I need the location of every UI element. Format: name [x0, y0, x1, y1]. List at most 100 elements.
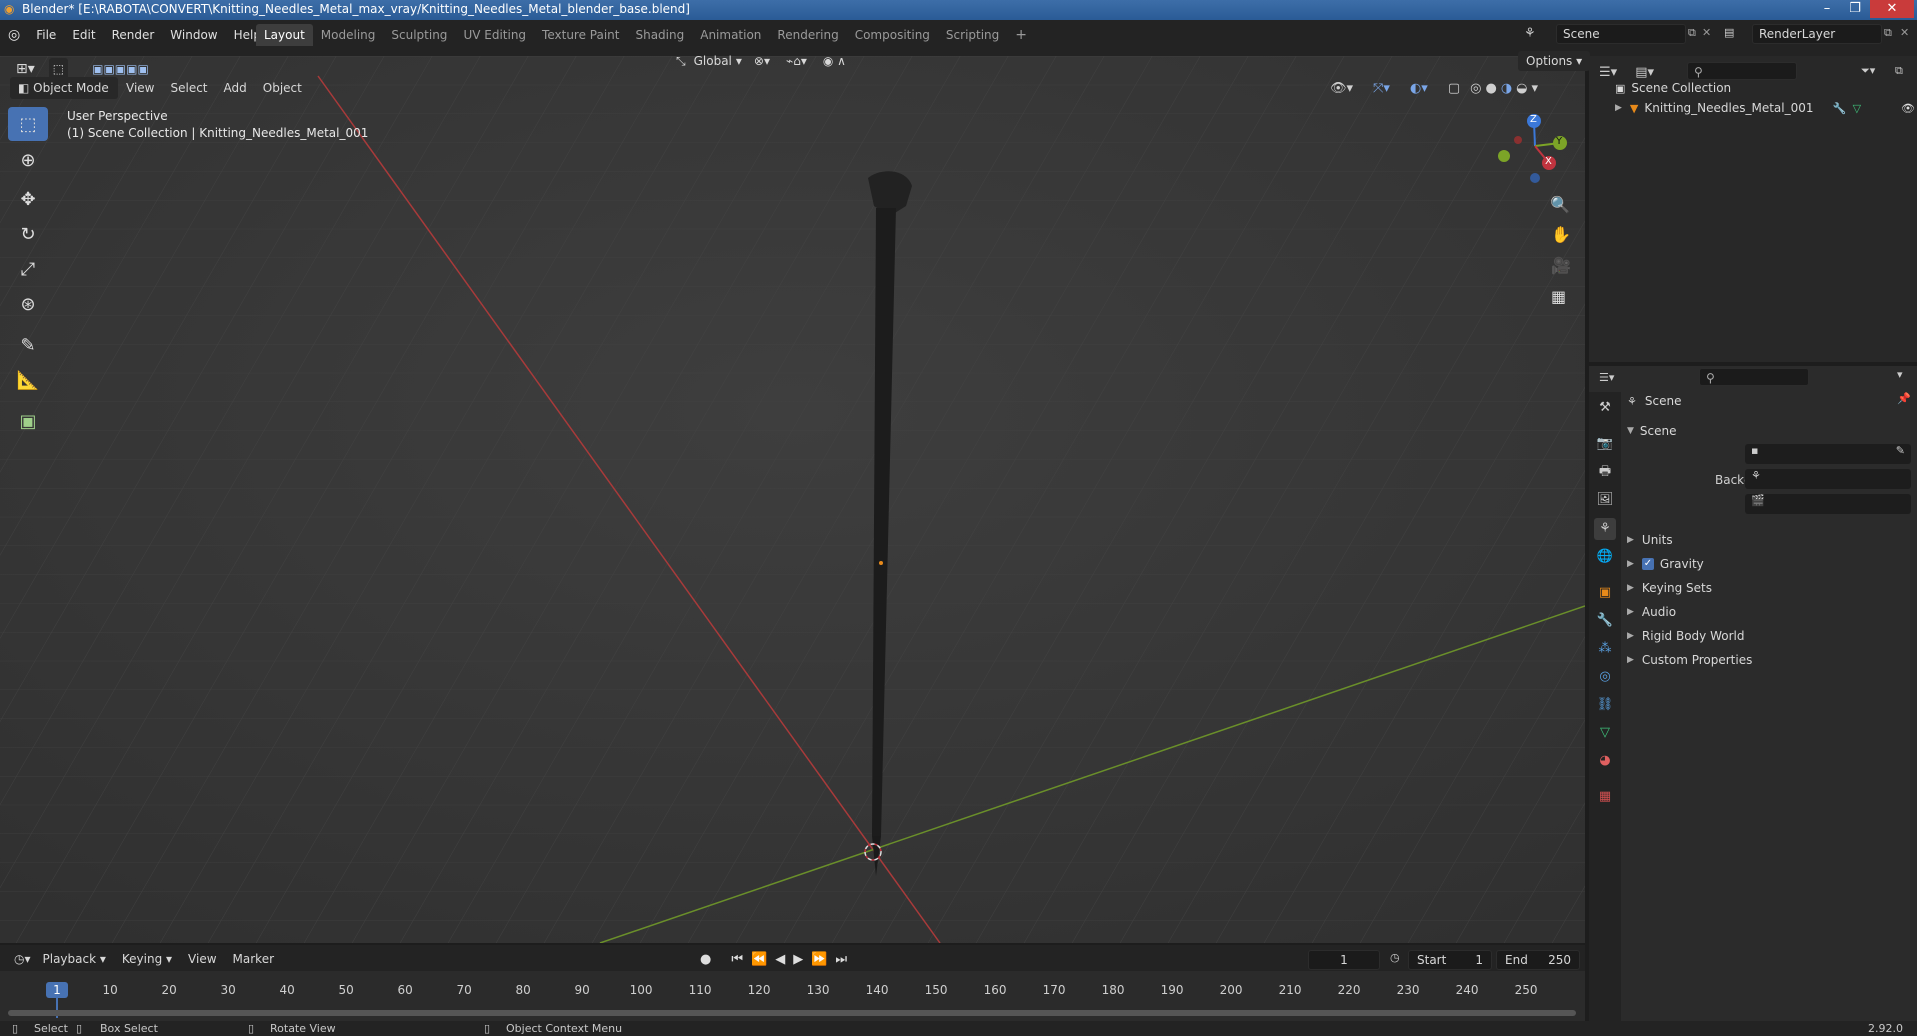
new-scene-icon[interactable]: ⧉	[1688, 26, 1696, 40]
particles-tab-icon[interactable]: ⁂	[1594, 638, 1616, 660]
material-tab-icon[interactable]: ◕	[1594, 750, 1616, 772]
transform-tool-icon[interactable]: ⊛	[8, 287, 48, 321]
active-clip-field[interactable]: 🎬	[1745, 494, 1911, 514]
properties-editor-type-icon[interactable]: ☰▾	[1599, 371, 1614, 384]
current-frame-input[interactable]: 1	[1308, 950, 1380, 970]
view-layer-tab-icon[interactable]: 🖼	[1594, 489, 1616, 511]
properties-options-icon[interactable]: ▾	[1897, 368, 1903, 381]
tab-sculpting[interactable]: Sculpting	[383, 24, 455, 46]
maximize-button[interactable]: ❐	[1842, 0, 1868, 18]
subpanel-custom-properties[interactable]: ▶ Custom Properties	[1627, 650, 1752, 670]
wireframe-shading-icon[interactable]: ◎	[1470, 81, 1481, 96]
eyedropper-icon[interactable]: ✎	[1896, 444, 1905, 457]
pan-hand-icon[interactable]: ✋	[1551, 225, 1571, 244]
tab-shading[interactable]: Shading	[627, 24, 692, 46]
tab-scripting[interactable]: Scripting	[938, 24, 1007, 46]
close-button[interactable]: ✕	[1870, 0, 1914, 18]
scene-panel-header[interactable]: ▼ Scene	[1627, 420, 1677, 442]
menu-render[interactable]: Render	[104, 24, 163, 46]
rendered-shading-icon[interactable]: ◒	[1516, 81, 1527, 96]
tab-compositing[interactable]: Compositing	[847, 24, 938, 46]
modifier-icon[interactable]: 🔧	[1833, 102, 1847, 115]
measure-tool-icon[interactable]: 📐	[8, 363, 48, 397]
menu-window[interactable]: Window	[162, 24, 225, 46]
timeline-menu-playback[interactable]: Playback ▾	[35, 948, 114, 970]
delete-scene-icon[interactable]: ✕	[1702, 26, 1711, 39]
select-box-tool-icon[interactable]: ⬚	[8, 107, 48, 141]
delete-layer-icon[interactable]: ✕	[1900, 26, 1909, 39]
camera-field[interactable]: ▪ ✎	[1745, 444, 1911, 464]
jump-start-icon[interactable]: ⏮	[731, 952, 743, 967]
mode-selector[interactable]: ◧ Object Mode ▾	[10, 77, 118, 117]
tool-tab-icon[interactable]: ⚒	[1594, 397, 1616, 419]
expand-arrow-icon[interactable]: ▶	[1615, 103, 1622, 113]
minimize-button[interactable]: –	[1814, 0, 1840, 18]
scale-tool-icon[interactable]: ⤢	[8, 252, 48, 286]
timeline-editor-type-icon[interactable]: ◷▾	[10, 948, 35, 970]
clock-icon[interactable]: ◷	[1390, 951, 1400, 964]
filter-icon[interactable]: ⏷▾	[1861, 64, 1875, 78]
visibility-icon[interactable]: 👁▾	[1330, 81, 1353, 96]
end-frame-input[interactable]: End 250	[1496, 950, 1580, 970]
blender-menu-icon[interactable]: ◎	[8, 27, 20, 43]
viewport-menu-object[interactable]: Object	[255, 77, 310, 99]
jump-end-icon[interactable]: ⏭	[835, 952, 847, 967]
render-layer-selector[interactable]: RenderLayer	[1752, 24, 1882, 44]
outliner-root[interactable]: ▣ Scene Collection	[1615, 78, 1731, 98]
mesh-data-icon[interactable]: ▽	[1853, 102, 1861, 115]
gizmo-toggle-icon[interactable]: ⤧▾	[1373, 81, 1390, 96]
viewport-3d[interactable]	[0, 56, 1585, 943]
new-collection-icon[interactable]: ⧉	[1895, 64, 1903, 78]
transform-orientation[interactable]: Global	[694, 50, 732, 72]
add-cube-tool-icon[interactable]: ▣	[8, 404, 48, 438]
navigation-gizmo[interactable]: Z Y X	[1496, 110, 1574, 188]
render-tab-icon[interactable]: 📷	[1594, 433, 1616, 455]
tab-animation[interactable]: Animation	[692, 24, 769, 46]
subpanel-gravity[interactable]: ▶ ✓ Gravity	[1627, 554, 1704, 574]
material-shading-icon[interactable]: ◑	[1501, 81, 1512, 96]
background-scene-field[interactable]: ⚘	[1745, 469, 1911, 489]
viewport-menu-select[interactable]: Select	[162, 77, 215, 99]
scene-selector[interactable]: Scene	[1556, 24, 1686, 44]
tab-layout[interactable]: Layout	[256, 24, 313, 46]
pin-icon[interactable]: 📌	[1897, 392, 1911, 405]
xray-icon[interactable]: ▢	[1448, 81, 1460, 96]
rotate-tool-icon[interactable]: ↻	[8, 217, 48, 251]
data-tab-icon[interactable]: ▽	[1594, 722, 1616, 744]
output-tab-icon[interactable]: 🖶	[1594, 461, 1616, 483]
tab-modeling[interactable]: Modeling	[313, 24, 384, 46]
modifier-tab-icon[interactable]: 🔧	[1594, 610, 1616, 632]
timeline-menu-view[interactable]: View	[180, 948, 224, 970]
play-reverse-icon[interactable]: ◀	[775, 952, 785, 967]
properties-search-input[interactable]: ⚲	[1699, 368, 1809, 386]
menu-edit[interactable]: Edit	[64, 24, 103, 46]
perspective-toggle-icon[interactable]: ▦	[1551, 287, 1566, 306]
annotate-tool-icon[interactable]: ✎	[8, 328, 48, 362]
shading-options-icon[interactable]: ▾	[1532, 81, 1539, 96]
snap-icon[interactable]: ⌁⌂▾	[778, 50, 815, 72]
tab-uv-editing[interactable]: UV Editing	[455, 24, 534, 46]
start-frame-input[interactable]: Start 1	[1408, 950, 1492, 970]
timeline-menu-keying[interactable]: Keying ▾	[114, 948, 180, 970]
gravity-checkbox[interactable]: ✓	[1641, 558, 1654, 570]
world-tab-icon[interactable]: 🌐	[1594, 546, 1616, 568]
scene-icon[interactable]: ⚘	[1524, 26, 1536, 41]
add-workspace-icon[interactable]: +	[1007, 24, 1035, 46]
subpanel-keying-sets[interactable]: ▶ Keying Sets	[1627, 578, 1712, 598]
play-icon[interactable]: ▶	[793, 952, 803, 967]
subpanel-units[interactable]: ▶ Units	[1627, 530, 1673, 550]
object-tab-icon[interactable]: ▣	[1594, 582, 1616, 604]
new-layer-icon[interactable]: ⧉	[1884, 26, 1892, 40]
zoom-icon[interactable]: 🔍	[1550, 195, 1570, 214]
cursor-tool-icon[interactable]: ⊕	[8, 143, 48, 177]
next-keyframe-icon[interactable]: ⏩	[811, 952, 827, 967]
texture-tab-icon[interactable]: ▦	[1594, 786, 1616, 808]
outliner-item[interactable]: ▶ ▼ Knitting_Needles_Metal_001 🔧 ▽ 👁	[1615, 98, 1915, 118]
scene-tab-icon[interactable]: ⚘	[1594, 518, 1616, 540]
proportional-edit-icon[interactable]: ◉ ∧	[815, 50, 854, 72]
timeline-scrollbar[interactable]	[8, 1010, 1576, 1016]
viewport-menu-view[interactable]: View	[118, 77, 162, 99]
solid-shading-icon[interactable]: ●	[1485, 81, 1496, 96]
camera-view-icon[interactable]: 🎥	[1551, 256, 1571, 275]
visibility-eye-icon[interactable]: 👁	[1901, 102, 1915, 115]
